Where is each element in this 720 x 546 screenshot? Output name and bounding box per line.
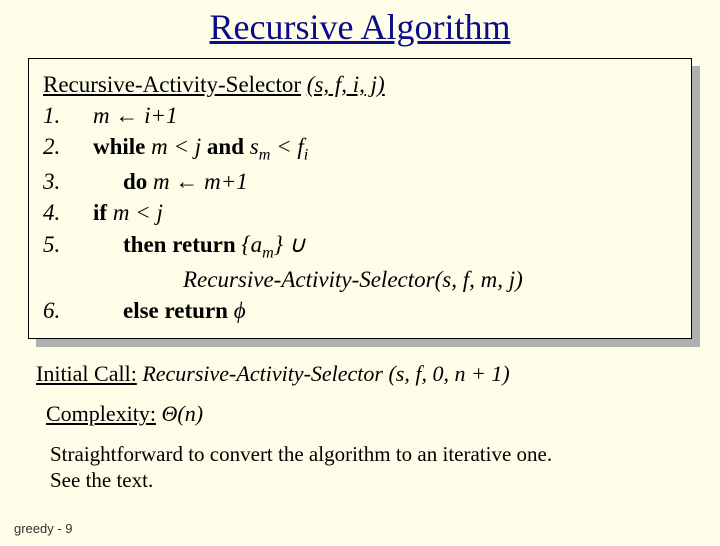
algorithm-box: Recursive-Activity-Selector (s, f, i, j)… bbox=[28, 58, 692, 339]
slide-title: Recursive Algorithm bbox=[0, 6, 720, 48]
line-num: 3. bbox=[43, 166, 73, 197]
line-num: 5. bbox=[43, 229, 73, 264]
line-body: do m ← m+1 bbox=[73, 166, 248, 197]
line-num bbox=[43, 264, 73, 295]
initial-call-text: Recursive-Activity-Selector (s, f, 0, n … bbox=[137, 361, 510, 386]
kw-if: if bbox=[93, 200, 107, 225]
algo-line-2: 2. while m < j and sm < fi bbox=[43, 131, 677, 166]
expr: m < j bbox=[151, 134, 207, 159]
slide-footer: greedy - 9 bbox=[14, 521, 73, 536]
line-body: Recursive-Activity-Selector(s, f, m, j) bbox=[73, 264, 523, 295]
note-line-2: See the text. bbox=[50, 467, 684, 493]
expr: m < j bbox=[113, 200, 163, 225]
line-body: while m < j and sm < fi bbox=[73, 131, 308, 166]
algo-params: (s, f, i, j) bbox=[307, 72, 385, 97]
line-num: 2. bbox=[43, 131, 73, 166]
line-body: m ← i+1 bbox=[73, 100, 178, 131]
algo-line-6: 6. else return ϕ bbox=[43, 295, 677, 326]
expr: sm < fi bbox=[250, 134, 308, 159]
line-body: else return ϕ bbox=[73, 295, 246, 326]
kw-while: while bbox=[93, 134, 145, 159]
algo-line-1: 1. m ← i+1 bbox=[43, 100, 677, 131]
algo-header-line: Recursive-Activity-Selector (s, f, i, j) bbox=[43, 69, 677, 100]
note-line-1: Straightforward to convert the algorithm… bbox=[50, 441, 684, 467]
algo-line-5: 5. then return {am} ∪ bbox=[43, 229, 677, 264]
kw-and: and bbox=[207, 134, 244, 159]
algo-line-5b: Recursive-Activity-Selector(s, f, m, j) bbox=[43, 264, 677, 295]
algorithm-box-wrap: Recursive-Activity-Selector (s, f, i, j)… bbox=[28, 58, 692, 339]
line-num: 4. bbox=[43, 197, 73, 228]
line-num: 6. bbox=[43, 295, 73, 326]
complexity-text: Θ(n) bbox=[156, 401, 203, 426]
algo-line-3: 3. do m ← m+1 bbox=[43, 166, 677, 197]
initial-call-line: Initial Call: Recursive-Activity-Selecto… bbox=[36, 361, 684, 387]
complexity-line: Complexity: Θ(n) bbox=[46, 401, 684, 427]
expr: m ← m+1 bbox=[153, 169, 248, 194]
note-text: Straightforward to convert the algorithm… bbox=[50, 441, 684, 494]
kw-else-return: else return bbox=[123, 298, 228, 323]
line-body: if m < j bbox=[73, 197, 163, 228]
expr: {am} ∪ bbox=[241, 232, 305, 257]
expr: ϕ bbox=[234, 298, 246, 323]
line-body: then return {am} ∪ bbox=[73, 229, 306, 264]
algo-line-4: 4. if m < j bbox=[43, 197, 677, 228]
initial-call-label: Initial Call: bbox=[36, 361, 137, 386]
complexity-label: Complexity: bbox=[46, 401, 156, 426]
line-num: 1. bbox=[43, 100, 73, 131]
kw-then-return: then return bbox=[123, 232, 236, 257]
algo-name: Recursive-Activity-Selector bbox=[43, 72, 301, 97]
below-box: Initial Call: Recursive-Activity-Selecto… bbox=[36, 361, 684, 494]
kw-do: do bbox=[123, 169, 147, 194]
